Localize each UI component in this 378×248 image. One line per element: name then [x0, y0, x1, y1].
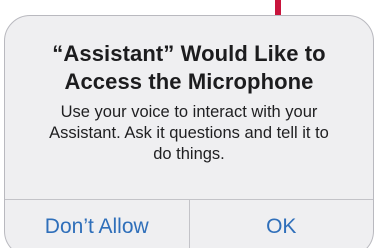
screen: “Assistant” Would Like to Access the Mic… [0, 0, 378, 248]
permission-alert-dialog: “Assistant” Would Like to Access the Mic… [4, 15, 374, 248]
alert-title-line-1: “Assistant” Would Like to [52, 41, 326, 66]
dont-allow-button[interactable]: Don’t Allow [5, 200, 189, 248]
alert-message-line-2: Assistant. Ask it questions and tell it … [49, 124, 329, 142]
alert-title-line-2: Access the Microphone [64, 69, 314, 94]
alert-title: “Assistant” Would Like to Access the Mic… [17, 40, 361, 96]
alert-button-row: Don’t Allow OK [5, 200, 373, 248]
alert-message-line-1: Use your voice to interact with your [60, 103, 318, 121]
alert-message-line-3: do things. [153, 145, 225, 163]
alert-content: “Assistant” Would Like to Access the Mic… [5, 16, 373, 199]
alert-message: Use your voice to interact with your Ass… [17, 102, 361, 165]
ok-button[interactable]: OK [190, 200, 374, 248]
